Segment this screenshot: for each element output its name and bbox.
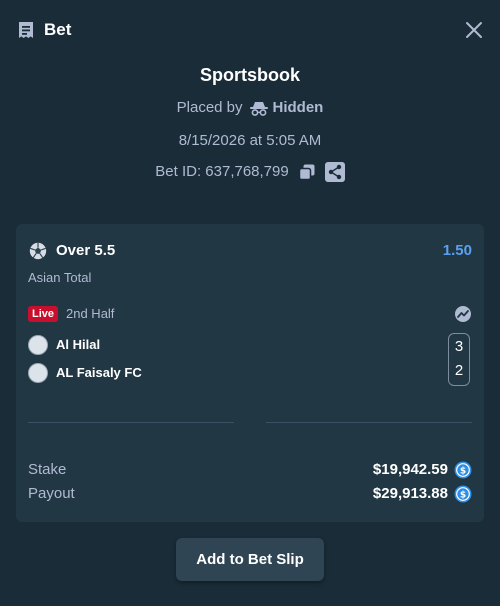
dollar-coin-icon: $	[454, 485, 472, 503]
placed-by-row: Placed by Hidden	[0, 98, 500, 118]
team-logo	[28, 363, 48, 383]
match-period: 2nd Half	[66, 306, 115, 321]
hidden-user: Hidden	[249, 98, 324, 118]
copy-icon[interactable]	[297, 162, 317, 182]
payout-value-wrap: $29,913.88 $	[373, 484, 472, 504]
placed-by-user: Hidden	[272, 99, 324, 116]
svg-text:$: $	[460, 491, 466, 501]
dollar-coin-icon: $	[454, 461, 472, 479]
market-type: Asian Total	[28, 270, 92, 285]
stake-value-wrap: $19,942.59 $	[373, 460, 472, 480]
stats-icon[interactable]	[454, 305, 472, 323]
stake-label: Stake	[28, 461, 67, 478]
bet-id-row: Bet ID: 637,768,799	[0, 162, 500, 182]
team-row: AL Faisaly FC	[28, 362, 142, 384]
close-icon[interactable]	[462, 18, 486, 42]
odds-value: 1.50	[442, 242, 472, 259]
bet-id: Bet ID: 637,768,799	[155, 163, 289, 180]
bet-datetime: 8/15/2026 at 5:05 AM	[178, 132, 322, 149]
team-score: 2	[454, 362, 464, 379]
score-box: 3 2	[448, 333, 470, 386]
stake-value: $19,942.59	[372, 461, 448, 478]
payout-label: Payout	[28, 485, 75, 502]
sportsbook-title: Sportsbook	[199, 65, 300, 85]
payout-value: $29,913.88	[372, 485, 448, 502]
team-name: Al Hilal	[56, 337, 101, 352]
add-to-bet-slip-button[interactable]: Add to Bet Slip	[176, 538, 324, 581]
svg-text:$: $	[460, 467, 466, 477]
team-row: Al Hilal	[28, 334, 100, 356]
soccer-ball-icon	[29, 242, 47, 260]
stake-row: Stake $19,942.59 $	[28, 460, 472, 480]
team-name: AL Faisaly FC	[56, 365, 142, 380]
modal-title: Bet	[44, 20, 72, 39]
divider	[28, 422, 234, 423]
modal-header: Bet	[0, 0, 500, 60]
payout-row: Payout $29,913.88 $	[28, 484, 472, 504]
divider	[266, 422, 472, 423]
market-name: Over 5.5	[56, 242, 116, 259]
share-icon[interactable]	[324, 162, 345, 182]
live-badge: Live	[28, 306, 59, 322]
placed-by-label: Placed by	[176, 99, 243, 116]
bet-card: Over 5.5 1.50 Asian Total Live 2nd Half …	[16, 224, 484, 522]
team-score: 3	[454, 338, 464, 355]
incognito-icon	[249, 102, 268, 116]
team-logo	[28, 335, 48, 355]
receipt-icon	[19, 22, 33, 38]
